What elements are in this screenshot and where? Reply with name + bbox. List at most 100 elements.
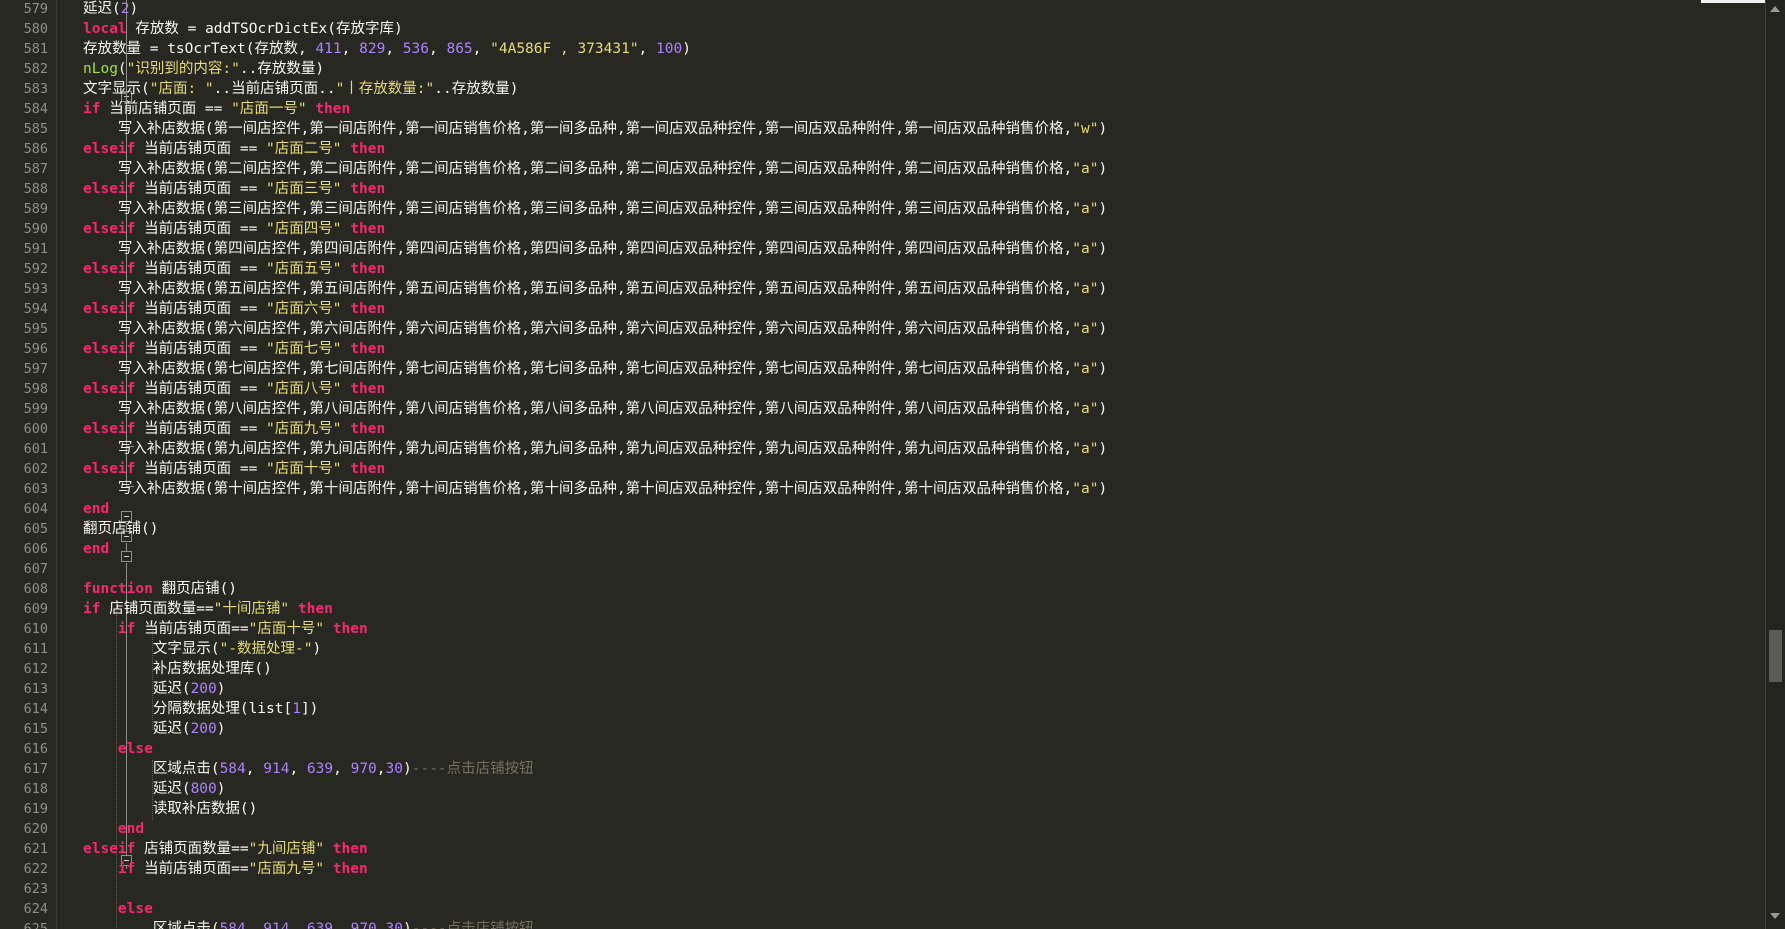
code-line[interactable]: end: [83, 499, 109, 519]
code-line[interactable]: 延迟(800): [83, 779, 226, 799]
fold-margin[interactable]: [56, 0, 134, 929]
code-line[interactable]: 延迟(200): [83, 719, 226, 739]
code-line[interactable]: 翻页店铺(): [83, 519, 158, 539]
line-number: 618: [23, 781, 48, 797]
code-token: then: [350, 261, 386, 277]
code-token: 区域点击(: [83, 921, 220, 929]
code-token: 411: [315, 41, 342, 57]
code-token: ): [1098, 401, 1108, 417]
line-number: 622: [23, 861, 48, 877]
code-line[interactable]: 文字显示("-数据处理-"): [83, 639, 321, 659]
code-line[interactable]: 读取补店数据(): [83, 799, 257, 819]
code-line[interactable]: if 当前店铺页面 == "店面一号" then: [83, 99, 350, 119]
code-line[interactable]: else: [83, 899, 153, 919]
code-token: then: [297, 601, 333, 617]
line-number: 607: [23, 561, 48, 577]
code-line[interactable]: 写入补店数据(第五间店控件,第五间店附件,第五间店销售价格,第五间多品种,第五间…: [83, 279, 1107, 299]
code-line[interactable]: 写入补店数据(第七间店控件,第七间店附件,第七间店销售价格,第七间多品种,第七间…: [83, 359, 1107, 379]
line-number: 604: [23, 501, 48, 517]
code-token: then: [332, 861, 368, 877]
code-token: elseif: [83, 141, 136, 157]
line-number: 602: [23, 461, 48, 477]
code-token: ): [216, 721, 226, 737]
code-line[interactable]: elseif 当前店铺页面 == "店面七号" then: [83, 339, 385, 359]
code-line[interactable]: elseif 当前店铺页面 == "店面五号" then: [83, 259, 385, 279]
code-token: "a": [1072, 401, 1099, 417]
code-line[interactable]: 写入补店数据(第四间店控件,第四间店附件,第四间店销售价格,第四间多品种,第四间…: [83, 239, 1107, 259]
code-line[interactable]: 写入补店数据(第三间店控件,第三间店附件,第三间店销售价格,第三间多品种,第三间…: [83, 199, 1107, 219]
code-editor[interactable]: 579 580 581 582 583 584 585 586 587 588 589 590 591 5…: [0, 0, 1766, 929]
arrow-up-icon[interactable]: [1770, 6, 1780, 12]
code-token: ): [1098, 481, 1108, 497]
line-number: 611: [23, 641, 48, 657]
code-token: if: [83, 601, 101, 617]
code-line[interactable]: end: [83, 539, 109, 559]
code-token: ..当前店铺页面..: [213, 81, 336, 97]
code-token: ,: [289, 761, 307, 777]
scrollbar-thumb[interactable]: [1769, 630, 1782, 682]
code-line[interactable]: 补店数据处理库(): [83, 659, 272, 679]
code-line[interactable]: elseif 当前店铺页面 == "店面十号" then: [83, 459, 385, 479]
code-token: else: [117, 741, 153, 757]
line-number: 587: [23, 161, 48, 177]
code-line[interactable]: elseif 当前店铺页面 == "店面二号" then: [83, 139, 385, 159]
code-token: 延迟(: [83, 781, 191, 797]
line-number: 582: [23, 61, 48, 77]
code-token: 写入补店数据(第九间店控件,第九间店附件,第九间店销售价格,第九间多品种,第九间…: [83, 441, 1073, 457]
line-number: 617: [23, 761, 48, 777]
code-token: elseif: [83, 181, 136, 197]
code-token: ): [403, 761, 412, 777]
line-number: 597: [23, 361, 48, 377]
code-line[interactable]: elseif 当前店铺页面 == "店面四号" then: [83, 219, 385, 239]
code-line[interactable]: elseif 当前店铺页面 == "店面六号" then: [83, 299, 385, 319]
code-line[interactable]: 延迟(2): [83, 0, 138, 19]
code-line[interactable]: if 当前店铺页面=="店面十号" then: [83, 619, 368, 639]
code-token: 当前店铺页面==: [135, 621, 249, 637]
code-line[interactable]: 延迟(200): [83, 679, 226, 699]
code-line[interactable]: 写入补店数据(第二间店控件,第二间店附件,第二间店销售价格,第二间多品种,第二间…: [83, 159, 1107, 179]
line-number: 584: [23, 101, 48, 117]
code-line[interactable]: 写入补店数据(第十间店控件,第十间店附件,第十间店销售价格,第十间多品种,第十间…: [83, 479, 1107, 499]
code-line[interactable]: 写入补店数据(第九间店控件,第九间店附件,第九间店销售价格,第九间多品种,第九间…: [83, 439, 1107, 459]
code-token: "识别到的内容:": [126, 61, 240, 77]
arrow-down-icon[interactable]: [1770, 913, 1780, 919]
code-line[interactable]: elseif 当前店铺页面 == "店面八号" then: [83, 379, 385, 399]
code-line[interactable]: 区域点击(584, 914, 639, 970,30)----点击店铺按钮: [83, 759, 534, 779]
code-line[interactable]: 写入补店数据(第六间店控件,第六间店附件,第六间店销售价格,第六间多品种,第六间…: [83, 319, 1107, 339]
code-token: 写入补店数据(第四间店控件,第四间店附件,第四间店销售价格,第四间多品种,第四间…: [83, 241, 1073, 257]
code-line[interactable]: end: [83, 819, 144, 839]
vertical-scrollbar[interactable]: [1765, 0, 1785, 929]
code-line[interactable]: 存放数量 = tsOcrText(存放数, 411, 829, 536, 865…: [83, 39, 691, 59]
code-token: end: [117, 821, 145, 837]
code-line[interactable]: 区域点击(584, 914, 639, 970,30)----点击店铺按钮: [83, 919, 534, 929]
code-line[interactable]: nLog("识别到的内容:"..存放数量): [83, 59, 324, 79]
code-token: 100: [656, 41, 683, 57]
code-line[interactable]: 分隔数据处理(list[1]): [83, 699, 319, 719]
code-line[interactable]: 写入补店数据(第一间店控件,第一间店附件,第一间店销售价格,第一间多品种,第一间…: [83, 119, 1107, 139]
code-token: ): [1098, 441, 1108, 457]
code-token: "十间店铺": [213, 601, 290, 617]
code-line[interactable]: local 存放数 = addTSOcrDictEx(存放字库): [83, 19, 403, 39]
code-line[interactable]: else: [83, 739, 153, 759]
fold-minus-icon[interactable]: [121, 551, 132, 562]
code-line[interactable]: 文字显示("店面: "..当前店铺页面.."丨存放数量:"..存放数量): [83, 79, 518, 99]
code-token: ): [1098, 161, 1108, 177]
code-token: "4A586F , 373431": [490, 41, 639, 57]
code-line[interactable]: if 当前店铺页面=="店面九号" then: [83, 859, 368, 879]
code-line[interactable]: function 翻页店铺(): [83, 579, 237, 599]
code-line[interactable]: elseif 当前店铺页面 == "店面三号" then: [83, 179, 385, 199]
code-token: ): [1098, 241, 1108, 257]
code-token: "店面四号": [266, 221, 342, 237]
code-line[interactable]: 写入补店数据(第八间店控件,第八间店附件,第八间店销售价格,第八间多品种,第八间…: [83, 399, 1107, 419]
code-line[interactable]: if 店铺页面数量=="十间店铺" then: [83, 599, 333, 619]
code-line[interactable]: elseif 店铺页面数量=="九间店铺" then: [83, 839, 368, 859]
code-line[interactable]: elseif 当前店铺页面 == "店面九号" then: [83, 419, 385, 439]
code-token: ): [1098, 281, 1108, 297]
line-number: 601: [23, 441, 48, 457]
code-token: if: [117, 621, 136, 637]
